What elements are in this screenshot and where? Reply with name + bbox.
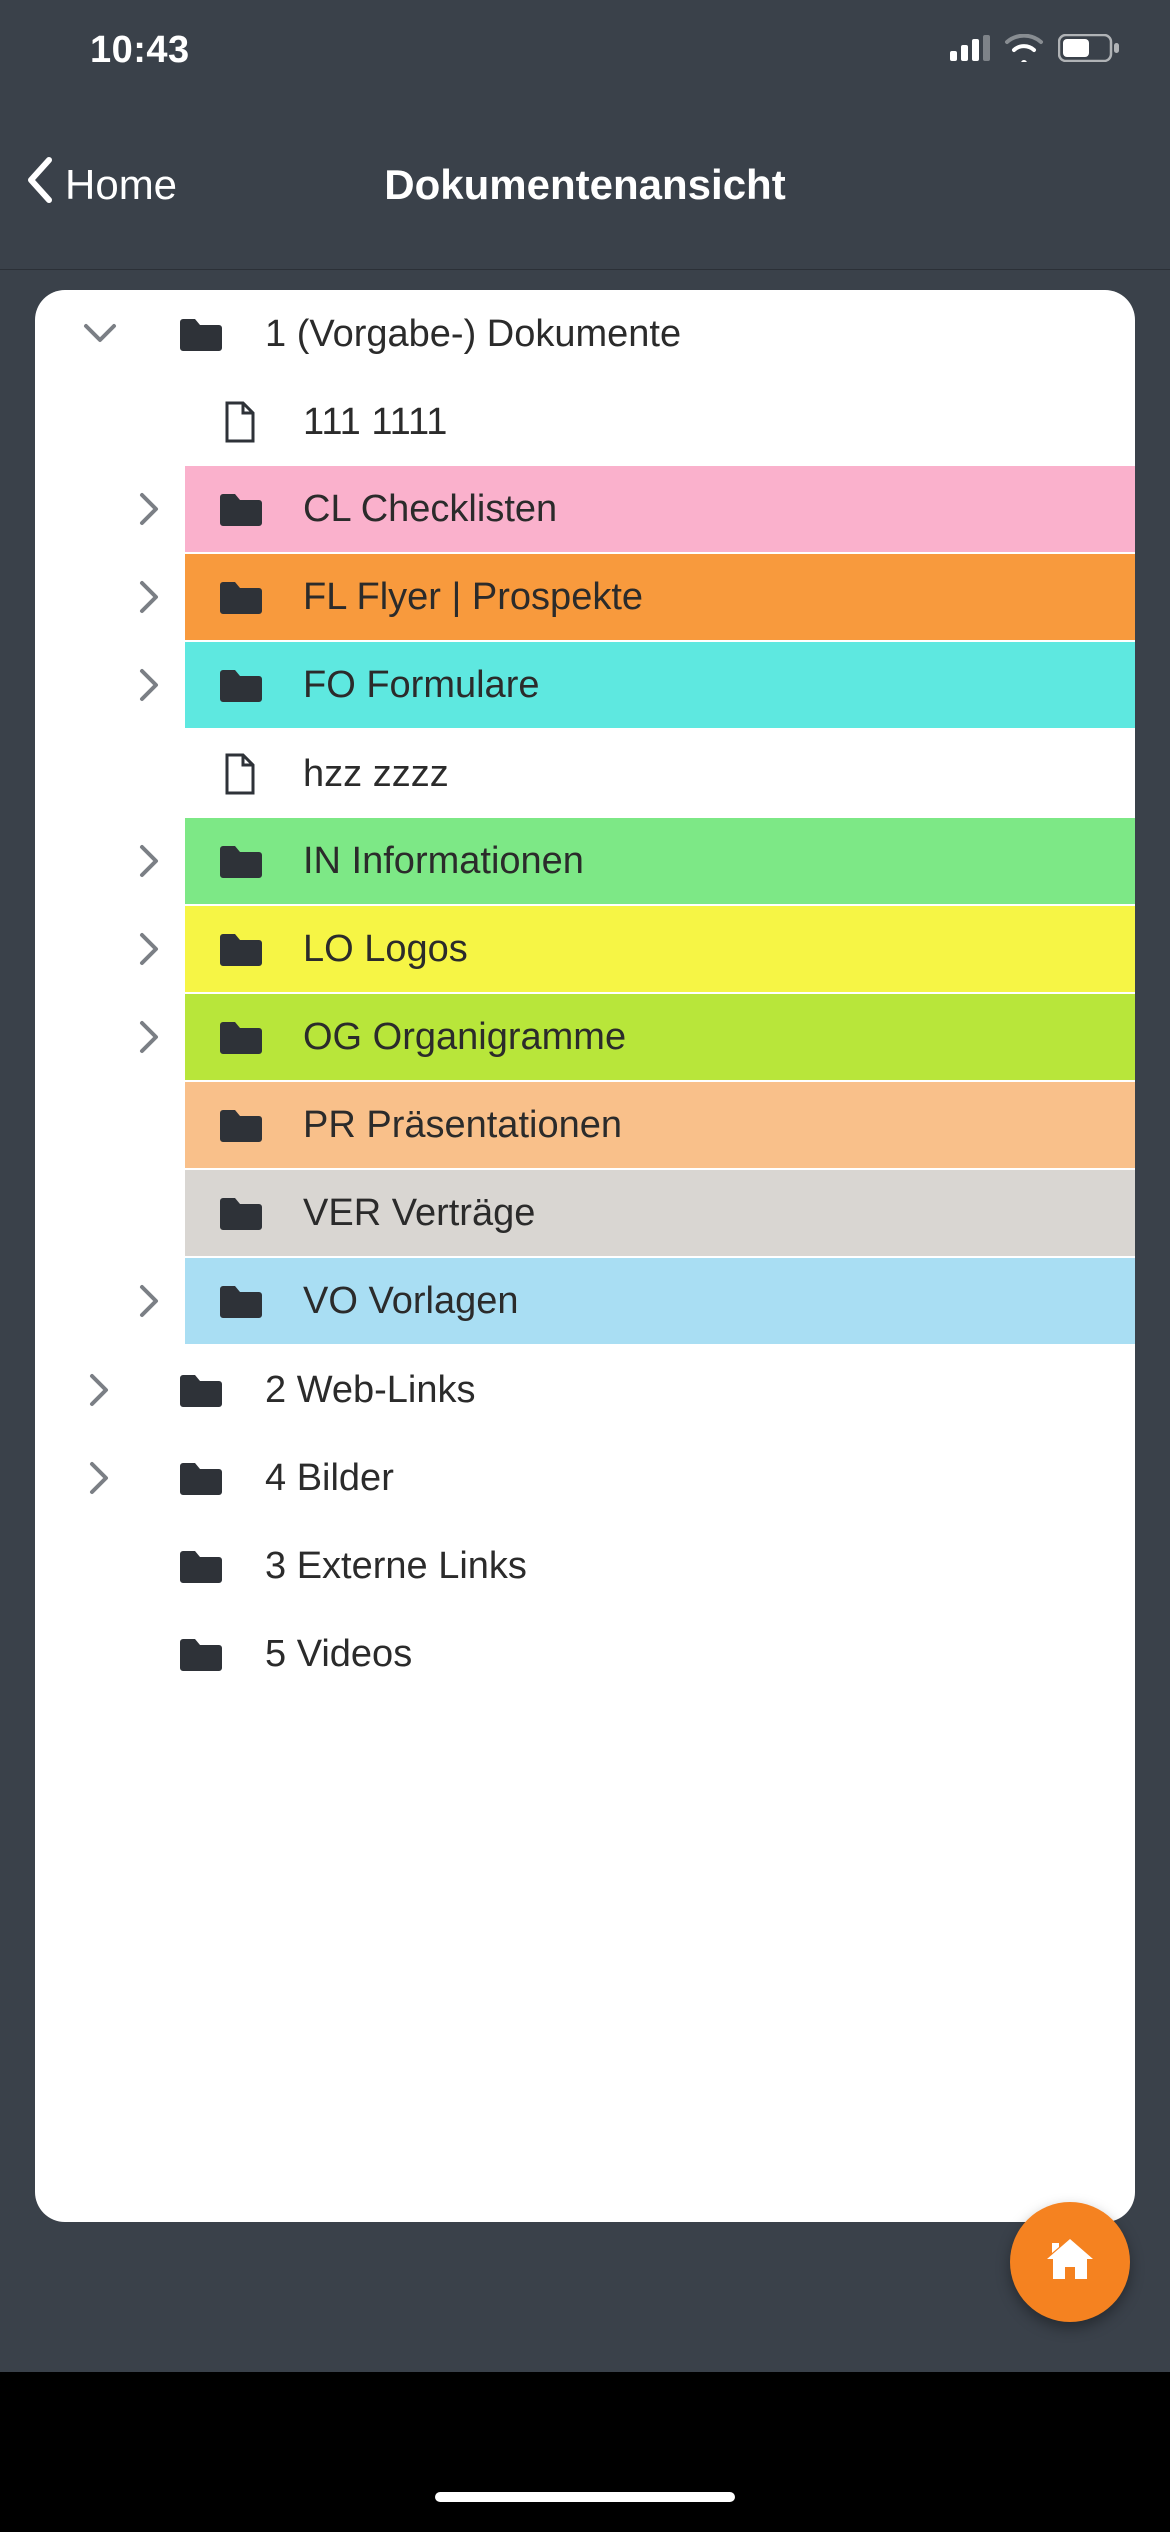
folder-icon (205, 579, 275, 615)
back-label: Home (65, 161, 177, 209)
chevron-right-icon[interactable] (115, 1281, 185, 1321)
cellular-icon (950, 35, 990, 66)
tree-row-band: LO Logos (185, 906, 1135, 992)
folder-icon (205, 1283, 275, 1319)
tree-row[interactable]: FL Flyer | Prospekte (35, 554, 1135, 642)
tree-row-band: FO Formulare (185, 642, 1135, 728)
tree-row-band: PR Präsentationen (185, 1082, 1135, 1168)
document-tree-card: 1 (Vorgabe-) Dokumente 111 1111 CL Checkli… (35, 290, 1135, 2222)
tree-row-band: FL Flyer | Prospekte (185, 554, 1135, 640)
folder-icon (205, 843, 275, 879)
tree-row[interactable]: OG Organigramme (35, 994, 1135, 1082)
tree-row-label: 3 Externe Links (235, 1545, 527, 1588)
folder-icon (205, 1195, 275, 1231)
status-icons (950, 34, 1120, 67)
chevron-right-icon[interactable] (115, 489, 185, 529)
tree-row-label: 1 (Vorgabe-) Dokumente (235, 313, 681, 356)
tree-row[interactable]: VER Verträge (35, 1170, 1135, 1258)
tree-row[interactable]: 1 (Vorgabe-) Dokumente (35, 290, 1135, 378)
tree-row-label: PR Präsentationen (275, 1104, 622, 1147)
tree-row[interactable]: PR Präsentationen (35, 1082, 1135, 1170)
folder-icon (165, 316, 235, 352)
chevron-right-icon[interactable] (65, 1370, 135, 1410)
tree-row[interactable]: hzz zzzz (35, 730, 1135, 818)
tree-row[interactable]: 3 Externe Links (35, 1522, 1135, 1610)
tree-row-label: 5 Videos (235, 1633, 412, 1676)
file-icon (205, 401, 275, 443)
back-button[interactable]: Home (25, 156, 177, 214)
tree-row-band: CL Checklisten (185, 466, 1135, 552)
tree-row-label: hzz zzzz (275, 753, 449, 796)
tree-row-band: VER Verträge (185, 1170, 1135, 1256)
home-icon (1041, 2231, 1099, 2294)
tree-row-label: IN Informationen (275, 840, 584, 883)
folder-icon (205, 667, 275, 703)
tree-row-band: hzz zzzz (185, 730, 1135, 818)
tree-row-label: FL Flyer | Prospekte (275, 576, 643, 619)
file-icon (205, 753, 275, 795)
tree-row[interactable]: 5 Videos (35, 1610, 1135, 1698)
tree-row-band: IN Informationen (185, 818, 1135, 904)
tree-row[interactable]: LO Logos (35, 906, 1135, 994)
folder-icon (165, 1460, 235, 1496)
chevron-left-icon (25, 156, 55, 214)
tree-row[interactable]: IN Informationen (35, 818, 1135, 906)
folder-icon (205, 1107, 275, 1143)
tree-row-label: LO Logos (275, 928, 468, 971)
battery-icon (1058, 34, 1120, 67)
tree-row-label: 2 Web-Links (235, 1369, 476, 1412)
tree-row[interactable]: FO Formulare (35, 642, 1135, 730)
folder-icon (165, 1372, 235, 1408)
chevron-right-icon[interactable] (115, 665, 185, 705)
folder-icon (205, 1019, 275, 1055)
home-indicator (435, 2492, 735, 2502)
tree-row-band: OG Organigramme (185, 994, 1135, 1080)
tree-row-band: VO Vorlagen (185, 1258, 1135, 1344)
tree-row-label: CL Checklisten (275, 488, 557, 531)
tree-row-label: OG Organigramme (275, 1016, 626, 1059)
chevron-right-icon[interactable] (65, 1458, 135, 1498)
chevron-right-icon[interactable] (115, 841, 185, 881)
chevron-right-icon[interactable] (115, 1017, 185, 1057)
bottom-bar (0, 2372, 1170, 2532)
tree-row-label: FO Formulare (275, 664, 539, 707)
tree-row-label: 4 Bilder (235, 1457, 394, 1500)
home-fab[interactable] (1010, 2202, 1130, 2322)
tree-row[interactable]: 111 1111 (35, 378, 1135, 466)
chevron-down-icon[interactable] (65, 320, 135, 348)
status-bar: 10:43 (0, 0, 1170, 100)
tree-row[interactable]: 2 Web-Links (35, 1346, 1135, 1434)
folder-icon (205, 491, 275, 527)
page-title: Dokumentenansicht (384, 161, 785, 209)
tree-row-band: 111 1111 (185, 378, 1135, 466)
tree-row[interactable]: CL Checklisten (35, 466, 1135, 554)
folder-icon (165, 1548, 235, 1584)
status-time: 10:43 (90, 29, 190, 72)
folder-icon (165, 1636, 235, 1672)
tree-row[interactable]: 4 Bilder (35, 1434, 1135, 1522)
folder-icon (205, 931, 275, 967)
document-tree[interactable]: 1 (Vorgabe-) Dokumente 111 1111 CL Checkli… (35, 290, 1135, 1698)
wifi-icon (1004, 34, 1044, 67)
tree-row-label: VER Verträge (275, 1192, 535, 1235)
chevron-right-icon[interactable] (115, 929, 185, 969)
tree-row[interactable]: VO Vorlagen (35, 1258, 1135, 1346)
tree-row-label: 111 1111 (275, 401, 447, 444)
tree-row-label: VO Vorlagen (275, 1280, 518, 1323)
chevron-right-icon[interactable] (115, 577, 185, 617)
nav-bar: Home Dokumentenansicht (0, 100, 1170, 270)
